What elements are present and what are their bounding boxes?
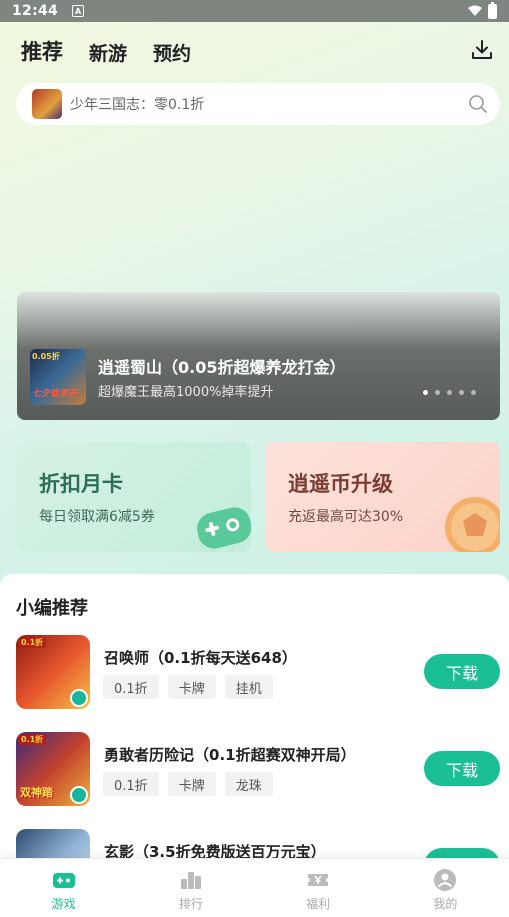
list-item[interactable]: 0.1折 双神踏 勇敢者历险记（0.1折超赛双神开局） 0.1折 卡牌 龙珠 下… — [0, 732, 509, 808]
status-bar: 12:44 A — [0, 0, 509, 22]
search-icon[interactable] — [468, 94, 488, 114]
bottom-navigation: 游戏 排行 福利 我的 — [0, 858, 509, 917]
verified-icon — [70, 786, 88, 804]
game-icon-badge: 0.1折 — [18, 637, 47, 648]
nav-label: 福利 — [306, 897, 331, 911]
promo-card-title: 折扣月卡 — [39, 472, 123, 496]
nav-label: 游戏 — [51, 897, 76, 911]
search-placeholder: 少年三国志：零0.1折 — [70, 97, 205, 113]
notification-icon: A — [72, 5, 85, 17]
promo-card-title: 逍遥币升级 — [288, 472, 393, 496]
nav-games[interactable]: 游戏 — [0, 859, 127, 917]
game-tags: 0.1折 卡牌 挂机 — [103, 675, 273, 699]
game-tag: 0.1折 — [103, 772, 159, 796]
gamepad-icon — [52, 873, 75, 888]
game-tag: 卡牌 — [167, 772, 216, 796]
game-icon-caption: 双神踏 — [20, 786, 53, 799]
top-tabs: 推荐 新游 预约 — [21, 36, 191, 66]
game-name: 召唤师（0.1折每天送648） — [104, 649, 297, 667]
tab-new-games[interactable]: 新游 — [89, 39, 127, 66]
verified-icon — [70, 689, 88, 707]
game-tag: 龙珠 — [224, 772, 273, 796]
nav-profile[interactable]: 我的 — [382, 859, 509, 917]
game-tags: 0.1折 卡牌 龙珠 — [103, 772, 273, 796]
nav-ranking[interactable]: 排行 — [127, 859, 254, 917]
tab-reservation[interactable]: 预约 — [153, 39, 191, 66]
pagination-dot[interactable] — [447, 390, 452, 395]
download-button[interactable]: 下载 — [424, 654, 500, 689]
promo-card-subtitle: 每日领取满6减5券 — [39, 509, 155, 525]
status-time: 12:44 — [12, 3, 59, 19]
featured-banner[interactable]: 0.05折 七夕徒弟开 逍遥蜀山（0.05折超爆养龙打金） 超爆魔王最高1000… — [17, 292, 500, 420]
profile-icon — [434, 869, 457, 891]
tab-recommend[interactable]: 推荐 — [21, 36, 63, 66]
pagination-dot[interactable] — [471, 390, 476, 395]
coin-icon — [445, 497, 500, 552]
discount-month-card[interactable]: 折扣月卡 每日领取满6减5券 — [16, 442, 251, 552]
banner-game-icon: 0.05折 七夕徒弟开 — [30, 349, 86, 405]
download-icon[interactable] — [470, 38, 494, 62]
ranking-icon — [180, 872, 201, 889]
game-icon: 0.1折 — [16, 635, 90, 709]
banner-icon-badge: 0.05折 — [32, 352, 60, 361]
battery-icon — [488, 1, 497, 19]
search-bar[interactable]: 少年三国志：零0.1折 — [16, 83, 500, 125]
pagination-dot[interactable] — [459, 390, 464, 395]
wifi-icon — [468, 5, 482, 16]
game-tag: 卡牌 — [167, 675, 216, 699]
nav-label: 我的 — [433, 897, 458, 911]
promo-card-subtitle: 充返最高可达30% — [288, 509, 404, 525]
nav-label: 排行 — [178, 897, 203, 911]
search-game-thumbnail — [32, 89, 62, 119]
download-button[interactable]: 下载 — [424, 751, 500, 786]
banner-icon-caption: 七夕徒弟开 — [32, 389, 78, 399]
pagination-dot[interactable] — [435, 390, 440, 395]
pagination-dot[interactable] — [423, 390, 428, 395]
banner-pagination — [423, 390, 476, 395]
game-icon: 0.1折 双神踏 — [16, 732, 90, 806]
nav-welfare[interactable]: 福利 — [255, 859, 382, 917]
banner-subtitle: 超爆魔王最高1000%掉率提升 — [98, 385, 274, 400]
list-item[interactable]: 0.1折 召唤师（0.1折每天送648） 0.1折 卡牌 挂机 下载 — [0, 635, 509, 711]
editor-picks-section: 小编推荐 0.1折 召唤师（0.1折每天送648） 0.1折 卡牌 挂机 下载 … — [0, 574, 509, 903]
game-tag: 挂机 — [224, 675, 273, 699]
gamepad-icon — [197, 507, 251, 549]
banner-title: 逍遥蜀山（0.05折超爆养龙打金） — [98, 358, 346, 377]
game-name: 勇敢者历险记（0.1折超赛双神开局） — [104, 746, 356, 764]
game-tag: 0.1折 — [103, 675, 159, 699]
ticket-icon — [308, 874, 329, 886]
coin-upgrade-card[interactable]: 逍遥币升级 充返最高可达30% — [265, 442, 500, 552]
section-title: 小编推荐 — [16, 598, 88, 619]
game-icon-badge: 0.1折 — [18, 734, 47, 745]
